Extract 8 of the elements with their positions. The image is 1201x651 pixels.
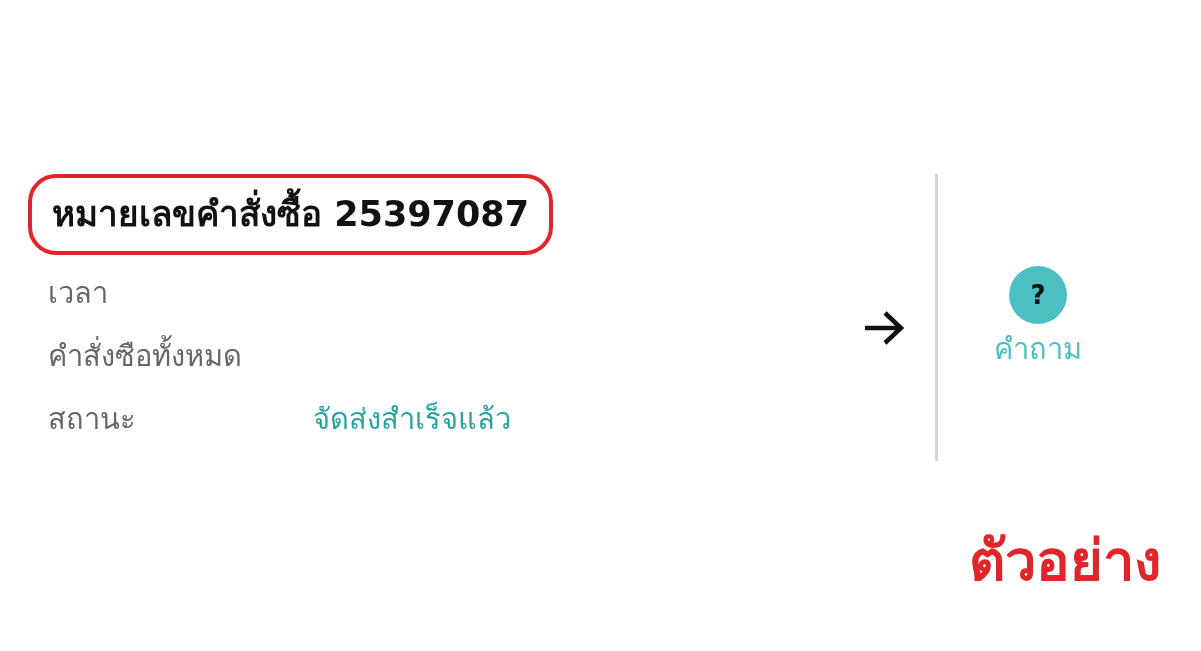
arrow-icon[interactable]: [863, 310, 905, 346]
status-value: จัดส่งสำเร็จแล้ว: [313, 400, 511, 439]
field-label: เวลา: [48, 275, 109, 313]
sample-label: ตัวอย่าง: [969, 527, 1161, 595]
field-label: คำสั่งซือทั้งหมด: [48, 335, 313, 379]
order-number-title: หมายเลขคำสั่งซื้อ 25397087: [28, 174, 553, 255]
help-icon[interactable]: ?: [1009, 266, 1067, 324]
field-label: สถานะ: [48, 401, 137, 439]
